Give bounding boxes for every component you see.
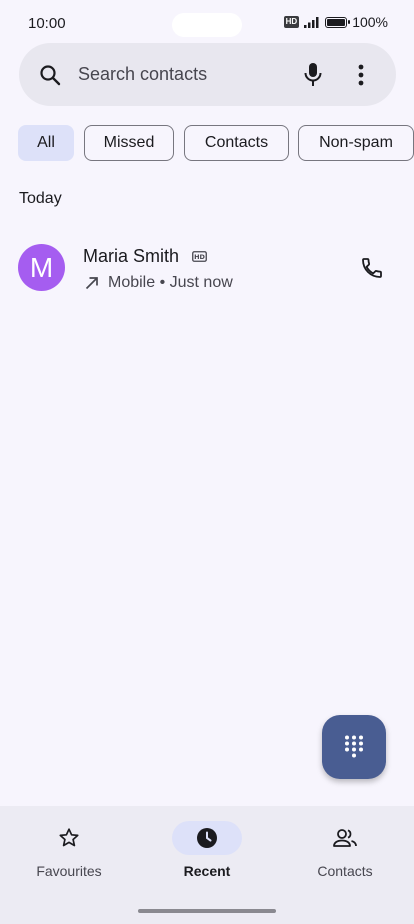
battery-icon	[325, 16, 351, 28]
hd-call-icon: HD	[192, 251, 207, 262]
dialpad-icon	[345, 735, 363, 758]
outgoing-call-icon	[85, 277, 98, 290]
section-header-today: Today	[19, 190, 62, 207]
search-input[interactable]: Search contacts	[78, 64, 207, 85]
status-icons: HD 100%	[283, 14, 388, 30]
call-type: Mobile	[108, 274, 156, 291]
nav-favourites-label: Favourites	[36, 863, 102, 879]
phone-icon[interactable]	[360, 256, 384, 280]
svg-text:HD: HD	[194, 253, 205, 261]
nav-contacts-indicator	[310, 821, 380, 855]
star-icon	[59, 828, 79, 847]
battery-level: 100%	[352, 14, 388, 30]
avatar[interactable]: M	[18, 244, 65, 291]
nav-favourites[interactable]: Favourites	[0, 806, 138, 896]
status-time: 10:00	[28, 15, 66, 32]
nav-contacts-label: Contacts	[317, 863, 373, 879]
mic-icon[interactable]	[303, 62, 323, 88]
chip-contacts[interactable]: Contacts	[184, 125, 289, 161]
chip-non-spam[interactable]: Non-spam	[298, 125, 414, 161]
nav-recent-indicator	[172, 821, 242, 855]
signal-icon	[304, 17, 319, 28]
nav-contacts[interactable]: Contacts	[276, 806, 414, 896]
contact-name: Maria Smith	[83, 246, 180, 266]
home-indicator[interactable]	[138, 909, 276, 913]
chip-missed[interactable]: Missed	[84, 125, 174, 161]
people-icon	[333, 829, 357, 847]
call-detail: Mobile • Just now	[108, 274, 233, 291]
hd-network-icon: HD	[283, 16, 300, 28]
more-vert-icon[interactable]	[357, 63, 365, 87]
search-icon	[40, 65, 61, 86]
search-bar[interactable]: Search contacts	[19, 43, 396, 106]
filter-chips: All Missed Contacts Non-spam	[18, 125, 414, 161]
clock-icon	[197, 828, 217, 848]
nav-recent[interactable]: Recent	[138, 806, 276, 896]
nav-recent-label: Recent	[183, 863, 231, 879]
nav-favourites-indicator	[34, 821, 104, 855]
camera-cutout	[172, 13, 242, 37]
call-log-item[interactable]: M Maria Smith HD Mobile • Just now	[0, 232, 414, 304]
dialpad-button[interactable]	[322, 715, 386, 779]
call-time: Just now	[169, 274, 233, 291]
bottom-navigation: Favourites Recent Contacts	[0, 806, 414, 924]
chip-all[interactable]: All	[18, 125, 74, 161]
